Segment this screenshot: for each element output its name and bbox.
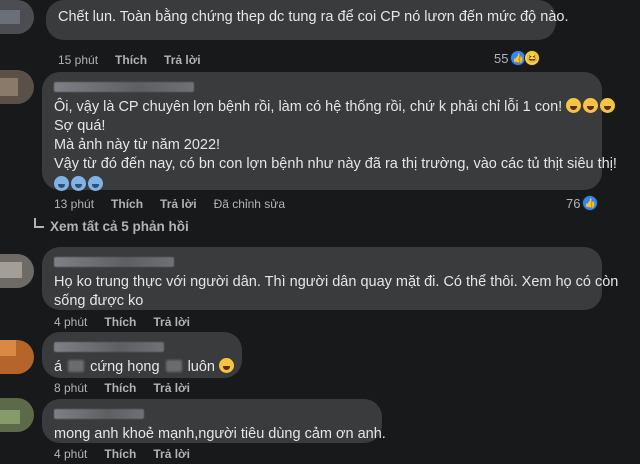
author-name-redacted[interactable] xyxy=(54,342,164,352)
comment-line: mong anh khoẻ mạnh,người tiêu dùng cảm ơ… xyxy=(54,426,386,442)
reply-button[interactable]: Trả lời xyxy=(153,447,190,461)
comment-line: sống được ko xyxy=(54,293,144,309)
comment-time[interactable]: 13 phút xyxy=(54,197,94,211)
comment-text: luôn xyxy=(187,359,215,375)
reaction-count: 76 xyxy=(566,195,581,211)
emoji-row xyxy=(54,176,590,195)
reply-arrow-icon xyxy=(34,217,44,228)
redacted-word xyxy=(68,360,85,372)
reply-button[interactable]: Trả lời xyxy=(160,197,197,211)
comment-line: Sợ quá! xyxy=(54,118,106,134)
reply-button[interactable]: Trả lời xyxy=(153,381,190,395)
comment-actions: 4 phút Thích Trả lời xyxy=(54,315,190,329)
avatar[interactable] xyxy=(0,398,34,432)
comment-time[interactable]: 15 phút xyxy=(58,53,98,67)
comment-text: á xyxy=(54,359,63,375)
like-button[interactable]: Thích xyxy=(104,381,136,395)
cold-face-emoji xyxy=(88,176,103,191)
comment-bubble: mong anh khoẻ mạnh,người tiêu dùng cảm ơ… xyxy=(42,399,386,443)
avatar[interactable] xyxy=(0,0,34,34)
like-button[interactable]: Thích xyxy=(104,315,136,329)
grinning-squinting-face-emoji xyxy=(600,98,616,113)
cold-face-emoji xyxy=(54,176,69,191)
comment-bubble: á cứng họng luôn xyxy=(42,332,242,378)
like-button[interactable]: Thích xyxy=(111,197,143,211)
edited-label[interactable]: Đã chỉnh sửa xyxy=(214,197,285,211)
haha-icon: 😆 xyxy=(524,50,541,66)
like-button[interactable]: Thích xyxy=(115,53,147,67)
avatar[interactable] xyxy=(0,340,34,374)
comment-time[interactable]: 8 phút xyxy=(54,381,87,395)
comment-bubble: Chết lun. Toàn bằng chứng thep dc tung r… xyxy=(46,0,568,40)
comment-actions: 8 phút Thích Trả lời xyxy=(54,381,190,395)
like-icon: 👍 xyxy=(582,195,599,211)
comment-text: cứng họng xyxy=(90,359,160,375)
reaction-count: 55 xyxy=(494,50,509,66)
comment-bubble: Họ ko trung thực với người dân. Thì ngườ… xyxy=(42,247,619,310)
comment-text: Chết lun. Toàn bằng chứng thep dc tung r… xyxy=(58,9,569,25)
reaction-summary[interactable]: 76 👍 xyxy=(566,195,599,211)
avatar[interactable] xyxy=(0,254,34,288)
author-name-redacted[interactable] xyxy=(54,82,194,92)
redacted-word xyxy=(165,360,182,372)
like-button[interactable]: Thích xyxy=(104,447,136,461)
reply-button[interactable]: Trả lời xyxy=(164,53,201,67)
comment-line: á cứng họng luôn xyxy=(54,358,235,377)
author-name-redacted[interactable] xyxy=(54,257,174,267)
comment-time[interactable]: 4 phút xyxy=(54,447,87,461)
comment-line: Mà ảnh này từ năm 2022! xyxy=(54,137,221,153)
comment-actions: 13 phút Thích Trả lời Đã chỉnh sửa xyxy=(54,197,285,211)
comment-line: Ôi, vậy là CP chuyên lợn bệnh rồi, làm c… xyxy=(54,98,616,117)
comment-line: Vậy từ đó đến nay, có bn con lợn bệnh nh… xyxy=(54,156,617,172)
reaction-summary[interactable]: 55 👍 😆 xyxy=(494,50,541,66)
comment-actions: 4 phút Thích Trả lời xyxy=(54,447,190,461)
grinning-sweat-emoji xyxy=(219,358,235,373)
reply-button[interactable]: Trả lời xyxy=(153,315,190,329)
grinning-squinting-face-emoji xyxy=(566,98,582,113)
comment-bubble: Ôi, vậy là CP chuyên lợn bệnh rồi, làm c… xyxy=(42,72,617,191)
comment-actions: 15 phút Thích Trả lời xyxy=(58,53,201,67)
view-more-replies[interactable]: Xem tất cả 5 phản hồi xyxy=(34,217,189,234)
comment-text: Ôi, vậy là CP chuyên lợn bệnh rồi, làm c… xyxy=(54,99,563,115)
author-name-redacted[interactable] xyxy=(54,409,144,419)
avatar[interactable] xyxy=(0,70,34,104)
view-more-label: Xem tất cả 5 phản hồi xyxy=(50,219,189,234)
grinning-squinting-face-emoji xyxy=(583,98,599,113)
comment-time[interactable]: 4 phút xyxy=(54,315,87,329)
comment-line: Họ ko trung thực với người dân. Thì ngườ… xyxy=(54,274,619,290)
cold-face-emoji xyxy=(71,176,86,191)
